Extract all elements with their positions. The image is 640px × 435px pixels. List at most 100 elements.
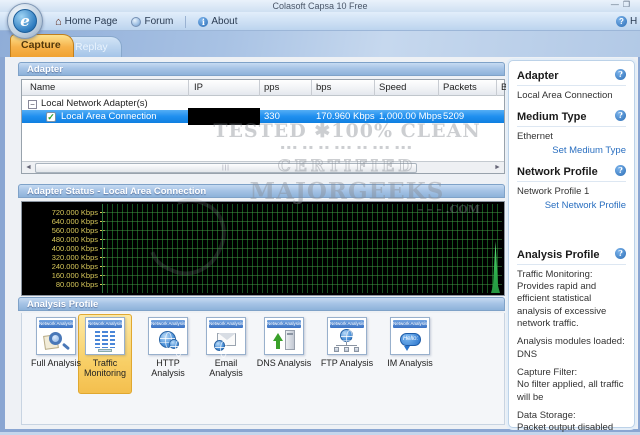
adapter-group-row[interactable]: − Local Network Adapter(s) [22,97,504,110]
sidebar-medium-type-header: Medium Type ? [517,109,626,127]
adapter-panel-header: Adapter [18,62,505,76]
network-analysis-banner: Network Analysis [393,320,427,328]
column-header-bytes-truncated[interactable]: B [501,82,507,93]
column-divider [311,80,312,96]
tab-band: Replay Capture [0,31,640,57]
data-storage-packet: Packet output disabled [517,422,614,434]
profile-label: HTTP Analysis [151,358,185,379]
capture-filter-value: No filter applied, all traffic will be [517,379,624,403]
y-axis-tick: 240.000 Kbps [28,262,105,271]
profile-dns-analysis[interactable]: Network Analysis DNS Analysis [256,317,312,368]
profile-ftp-analysis[interactable]: Network Analysis FTP Analysis [319,317,375,368]
adapter-name-cell: Local Area Connection [61,111,157,122]
full-analysis-icon: Network Analysis [36,317,76,355]
adapter-row-selected[interactable]: ✓ Local Area Connection 330 170.960 Kbps… [22,108,504,125]
help-icon[interactable]: ? [615,247,626,259]
help-icon[interactable]: ? [615,109,626,121]
about-button[interactable]: i About [193,15,242,28]
up-arrow-icon [273,333,283,349]
column-header-bps[interactable]: bps [316,82,331,93]
dns-analysis-icon: Network Analysis [264,317,304,355]
network-node-icon [344,347,349,352]
column-divider [374,80,375,96]
analysis-profile-description: Provides rapid and efficient statistical… [517,280,607,329]
sidebar-analysis-profile-header: Analysis Profile ? [517,247,626,265]
globe-icon [340,329,356,347]
left-column: Adapter Name IP pps bps Speed Packets B … [13,57,507,429]
forum-button[interactable]: Forum [126,15,178,28]
ftp-analysis-icon: Network Analysis [327,317,367,355]
colasoft-logo-button[interactable]: e [7,3,43,39]
y-axis-tick: 80.000 Kbps [28,280,105,289]
help-button[interactable]: ? H [616,14,640,29]
forum-globe-icon [131,16,142,27]
about-label: About [211,16,238,27]
capture-filter-label: Capture Filter: [517,367,578,379]
chart-plot-area [102,204,502,293]
help-icon[interactable]: ? [615,69,626,80]
sidebar-network-profile-value: Network Profile 1 [517,185,590,197]
traffic-monitoring-icon: Network Analysis [85,317,125,355]
toolbar: e ⌂ Home Page Forum i About ? H [0,3,640,39]
network-analysis-banner: Network Analysis [39,320,73,328]
help-label: H [630,16,638,27]
adapter-checkbox[interactable]: ✓ [46,111,56,122]
home-page-button[interactable]: ⌂ Home Page [50,15,122,29]
adapter-bps-cell: 170.960 Kbps [316,111,375,122]
sidebar-adapter-title: Adapter [517,70,559,82]
sidebar-medium-type-value: Ethernet [517,130,553,142]
restore-button[interactable]: ❐ [623,0,634,9]
scrollbar-thumb[interactable]: ||| [35,163,417,173]
network-analysis-banner: Network Analysis [267,320,301,328]
globe-icon [214,340,230,358]
profile-label: IM Analysis [387,358,433,368]
scroll-right-arrow-icon[interactable]: ► [492,163,503,173]
chat-bubble-icon: Hello: [400,333,421,351]
window-title: Colasoft Capsa 10 Free [272,1,368,11]
horizontal-scrollbar[interactable]: ◄ ► ||| [22,161,504,173]
traffic-chart: 720.000 Kbps 640.000 Kbps 560.000 Kbps 4… [21,201,505,296]
toolbar-buttons: ⌂ Home Page Forum i About [50,14,243,29]
column-header-speed[interactable]: Speed [379,82,406,93]
sidebar-medium-type-title: Medium Type [517,110,587,123]
analysis-modules-value: DNS [517,348,538,360]
profile-label: Traffic Monitoring [83,358,127,379]
profile-http-analysis[interactable]: Network Analysis HTTP Analysis [140,317,196,379]
data-storage-label: Data Storage: [517,410,576,422]
traffic-spike [491,241,500,293]
column-header-pps[interactable]: pps [264,82,279,93]
profile-email-analysis[interactable]: Network Analysis Email Analysis [198,317,254,379]
profile-traffic-monitoring[interactable]: Network Analysis Traffic Monitoring [77,317,133,379]
network-analysis-banner: Network Analysis [330,320,364,328]
window-controls: —❐ [611,0,634,9]
sidebar-network-profile-title: Network Profile [517,165,598,178]
column-header-packets[interactable]: Packets [443,82,477,93]
http-analysis-icon: Network Analysis [148,317,188,357]
toolbar-separator [185,15,187,28]
im-analysis-icon: Network Analysis Hello: [390,317,430,355]
profile-label: FTP Analysis [320,358,374,368]
y-axis-tick: 640.000 Kbps [28,217,105,226]
profile-im-analysis[interactable]: Network Analysis Hello: IM Analysis [382,317,438,368]
network-analysis-banner: Network Analysis [88,320,122,328]
column-header-name[interactable]: Name [30,82,55,93]
sidebar-adapter-value: Local Area Connection [517,90,613,101]
minimize-button[interactable]: — [611,0,623,9]
y-axis-tick: 720.000 Kbps [28,208,105,217]
set-medium-type-link[interactable]: Set Medium Type [517,145,626,156]
column-header-ip[interactable]: IP [194,82,203,93]
help-icon[interactable]: ? [615,164,626,176]
analysis-modules-label: Analysis modules loaded: [517,336,625,348]
home-page-label: Home Page [64,16,118,27]
scroll-left-arrow-icon[interactable]: ◄ [23,163,34,173]
set-network-profile-link[interactable]: Set Network Profile [517,200,626,211]
profile-label: DNS Analysis [256,358,312,368]
home-page-icon: ⌂ [55,15,62,28]
traffic-grid-icon [95,331,115,348]
email-analysis-icon: Network Analysis [206,317,246,358]
right-sidebar: Adapter ? Local Area Connection Medium T… [508,60,635,435]
network-node-icon [334,347,339,352]
profile-full-analysis[interactable]: Network Analysis Full Analysis [28,317,84,368]
column-divider [259,80,260,96]
collapse-icon[interactable]: − [28,100,37,109]
